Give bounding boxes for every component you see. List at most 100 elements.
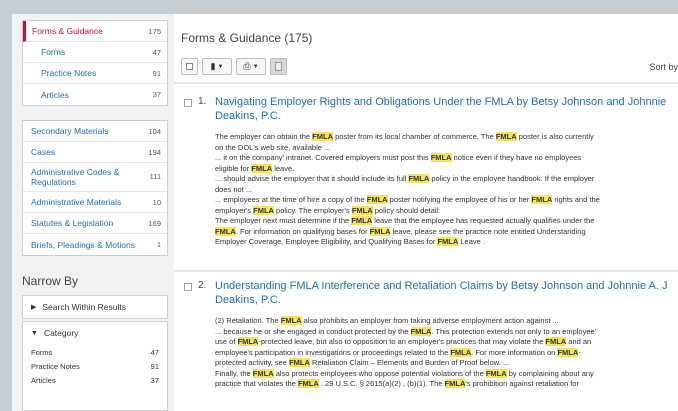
facet-count: 175	[148, 26, 161, 36]
facet-item[interactable]: Articles 37	[23, 84, 167, 105]
category-item-count: 47	[150, 348, 159, 357]
result-title-line: Navigating Employer Rights and Obligatio…	[215, 96, 667, 108]
snippet-text: notice even if they have no employees	[451, 153, 582, 162]
snippet-line: ... because he or she engaged in conduct…	[215, 326, 678, 338]
print-dropdown-button[interactable]: ⎙ ▼	[236, 58, 266, 75]
facet-item[interactable]: Briefs, Pleadings & Motions 1	[23, 234, 167, 255]
facet-item[interactable]: Cases 194	[23, 142, 167, 163]
search-term-highlight: FMLA	[369, 226, 391, 236]
results-toolbar: ▮ ▼ ⎙ ▼	[181, 58, 287, 75]
folder-dropdown-button[interactable]: ▮ ▼	[202, 58, 232, 75]
search-term-highlight: FMLA	[237, 337, 259, 346]
result-checkbox[interactable]	[184, 283, 192, 291]
snippet-text: . For more information on	[471, 347, 558, 357]
category-item[interactable]: Articles 37	[23, 376, 167, 390]
result-number: 2.	[198, 280, 207, 291]
snippet-text: . 29 U.S.C. § 2615(a)(2) , (b)(1). The	[318, 379, 445, 388]
narrow-by-title: Narrow By	[22, 274, 79, 288]
search-term-highlight: FMLA	[351, 205, 373, 215]
search-within-panel[interactable]: ▶ Search Within Results	[22, 295, 168, 319]
category-item-label: Forms	[31, 348, 53, 357]
facet-count: 37	[152, 90, 161, 99]
result-title-line: Understanding FMLA Interference and Reta…	[215, 280, 668, 292]
category-item-count: 91	[150, 362, 159, 371]
search-term-highlight: FMLA	[215, 226, 236, 236]
snippet-text: rights and the	[552, 195, 600, 204]
facet-label: Statutes & Legislation	[31, 218, 114, 228]
result-title-link[interactable]: Understanding FMLA Interference and Reta…	[215, 279, 678, 307]
other-content-facets: Secondary Materials 104 Cases 194 Administra…	[22, 120, 168, 256]
category-list: Forms 47 Practice Notes 91 Articles 37	[23, 344, 167, 390]
facet-item[interactable]: Statutes & Legislation 169	[23, 213, 167, 234]
category-item[interactable]: Practice Notes 91	[23, 362, 167, 376]
snippet-text: The employer next must determine if the	[215, 216, 352, 225]
content-type-facets: Forms & Guidance 175 Forms 47 Practice Notes…	[22, 20, 168, 106]
snippet-line: The employer can obtain the FMLA poster …	[215, 132, 678, 143]
snippet-text: . For information on qualifying bases fo…	[235, 226, 370, 236]
search-term-highlight: FMLA	[410, 326, 432, 336]
result-number: 1.	[198, 96, 207, 107]
search-term-highlight: FMLA	[351, 216, 373, 225]
category-item-label: Articles	[31, 376, 56, 385]
search-term-highlight: FMLA	[430, 153, 452, 162]
snippet-text: poster notifying the employee of his or …	[387, 195, 532, 204]
facet-item[interactable]: Forms 47	[23, 42, 167, 63]
sort-by-label[interactable]: Sort by	[649, 62, 678, 72]
snippet-text: ... because he or she engaged in conduct…	[215, 326, 411, 336]
download-button[interactable]	[270, 58, 287, 75]
category-item-count: 37	[150, 376, 159, 385]
snippet-text: employee's participation in investigatio…	[215, 347, 451, 357]
result-title-line: Deakins, P.C.	[215, 110, 281, 122]
facet-count: 104	[148, 126, 161, 136]
snippet-text: -	[578, 347, 581, 357]
facet-item[interactable]: Forms & Guidance 175	[23, 21, 167, 42]
snippet-text: leave, please see the practice note enti…	[390, 226, 586, 236]
snippet-text: 's prohibition against retaliation for	[465, 379, 579, 388]
snippet-line: eligible for FMLA leave.	[215, 163, 678, 175]
divider	[174, 270, 678, 272]
category-item[interactable]: Forms 47	[23, 348, 167, 362]
chevron-down-icon: ▼	[252, 63, 259, 70]
snippet-line: protected activity, see FMLA Retaliation…	[215, 358, 678, 369]
snippet-line: employer's FMLA policy. The employer's F…	[215, 205, 678, 217]
result-checkbox[interactable]	[184, 99, 192, 107]
facet-item[interactable]: Administrative Materials 10	[23, 192, 167, 213]
facet-count: 1	[156, 240, 161, 249]
facet-label: Forms	[41, 47, 66, 57]
search-term-highlight: FMLA	[531, 195, 553, 204]
result-snippet: (2) Retaliation. The FMLA also prohibits…	[215, 316, 678, 390]
snippet-line: The employer next must determine if the …	[215, 216, 678, 227]
snippet-text: -protected leave, but also to opposition…	[258, 337, 546, 346]
snippet-text: poster from its local chamber of commerc…	[332, 132, 496, 141]
category-label: Category	[43, 328, 79, 338]
facet-label: Practice Notes	[41, 68, 97, 78]
sidebar: Forms & Guidance 175 Forms 47 Practice Notes…	[12, 14, 174, 411]
facet-item[interactable]: Practice Notes 91	[23, 63, 167, 84]
checkbox-icon	[186, 63, 193, 70]
snippet-text: poster is also currently	[516, 132, 594, 141]
snippet-text: does not ...	[215, 184, 253, 194]
facet-item[interactable]: Secondary Materials 104	[23, 121, 167, 142]
snippet-text: Leave .	[458, 237, 485, 246]
result-title-link[interactable]: Navigating Employer Rights and Obligatio…	[215, 95, 678, 123]
caret-right-icon: ▶	[31, 304, 37, 311]
snippet-line: FMLA. For information on qualifying base…	[215, 226, 678, 238]
select-all-checkbox[interactable]	[181, 58, 198, 75]
facet-label: Secondary Materials	[31, 126, 109, 136]
search-term-highlight: FMLA	[251, 163, 273, 173]
facet-item[interactable]: Administrative Codes & Regulations 111	[23, 163, 167, 192]
snippet-line: does not ...	[215, 185, 678, 196]
category-toggle[interactable]: ▼ Category	[23, 322, 167, 344]
chevron-down-icon: ▼	[217, 63, 224, 70]
snippet-text: Employer Coverage, Employee Eligibility,…	[215, 237, 438, 246]
app-frame: Forms & Guidance 175 Forms 47 Practice Notes…	[12, 14, 678, 411]
search-term-highlight: FMLA	[408, 174, 430, 183]
result-snippet: The employer can obtain the FMLA poster …	[215, 132, 678, 248]
snippet-line: ... should advise the employer that it s…	[215, 174, 678, 185]
snippet-text: on the DOL's web site, available ...	[215, 142, 331, 152]
search-within-toggle[interactable]: ▶ Search Within Results	[23, 296, 167, 318]
snippet-line: ... employees at the time of hire a copy…	[215, 195, 678, 206]
category-panel: ▼ Category Forms 47 Practice Notes 91 Articl…	[22, 321, 168, 411]
snippet-line: use of FMLA-protected leave, but also to…	[215, 337, 678, 348]
search-term-highlight: FMLA	[253, 205, 274, 215]
